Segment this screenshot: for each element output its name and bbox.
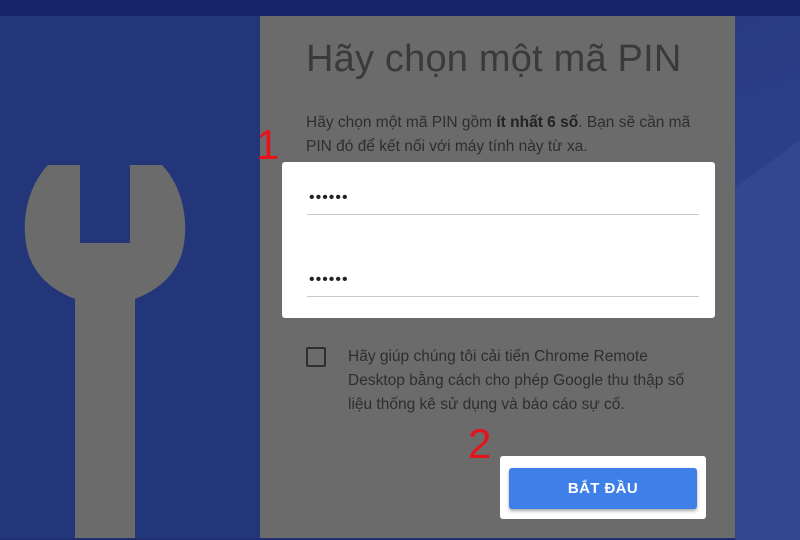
- usage-stats-label: Hãy giúp chúng tôi cải tiến Chrome Remot…: [348, 348, 685, 413]
- step-annotation-2: 2: [468, 420, 492, 467]
- dialog-title: Hãy chọn một mã PIN: [306, 38, 682, 80]
- pin-instructions: Hãy chọn một mã PIN gồm ít nhất 6 số. Bạ…: [306, 111, 706, 159]
- usage-stats-checkbox[interactable]: [306, 347, 326, 367]
- pin-confirm-input[interactable]: [307, 264, 699, 297]
- pin-minimum-length: ít nhất 6 số: [496, 114, 579, 131]
- pin-input[interactable]: [307, 182, 699, 215]
- step-annotation-1: 1: [256, 121, 280, 168]
- pin-instructions-text: Hãy chọn một mã PIN gồm: [306, 114, 497, 131]
- start-button[interactable]: BẮT ĐẦU: [509, 468, 697, 509]
- wrench-icon: [24, 165, 186, 538]
- background-top-band: [0, 0, 800, 16]
- background-right-facet: [735, 140, 800, 540]
